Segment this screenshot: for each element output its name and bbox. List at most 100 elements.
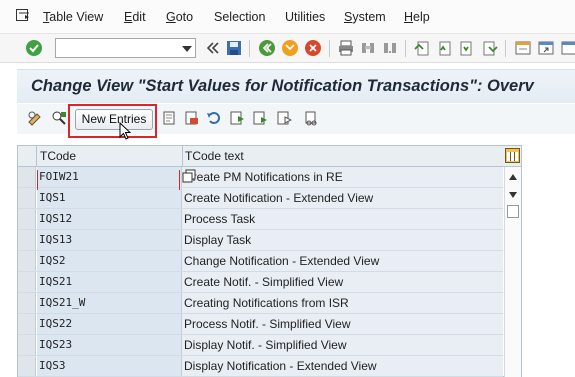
tcode-cell[interactable]: IQS3 <box>37 356 182 376</box>
standard-toolbar <box>0 34 575 63</box>
screen-title-bar: Change View "Start Values for Notificati… <box>17 69 575 103</box>
table-row[interactable]: IQS12 Process Task <box>18 209 503 230</box>
tcode-text-cell: Change Notification - Extended View <box>182 251 503 271</box>
menu-help[interactable]: Help <box>404 10 430 24</box>
find-icon[interactable] <box>359 39 377 57</box>
copy-as-icon[interactable] <box>161 110 177 126</box>
table-row[interactable]: IQS3 Display Notification - Extended Vie… <box>18 356 503 377</box>
mouse-cursor-icon <box>119 122 132 140</box>
focused-cell-marker <box>37 170 180 190</box>
table-row[interactable]: IQS22 Process Notif. - Simplified View <box>18 314 503 335</box>
new-session-icon[interactable] <box>514 39 532 57</box>
tcode-cell[interactable]: IQS13 <box>37 230 182 250</box>
tcode-text-cell: Create PM Notifications in RE <box>182 167 503 187</box>
menu-label: able View <box>49 10 104 24</box>
menu-icon[interactable] <box>16 9 30 22</box>
customize-icon[interactable] <box>560 39 575 57</box>
tcode-text-cell: Process Task <box>182 209 503 229</box>
tcode-cell[interactable]: IQS21_W <box>37 293 182 313</box>
menu-label: ystem <box>352 10 386 24</box>
tcode-cell[interactable]: IQS1 <box>37 188 182 208</box>
tcode-cell[interactable]: IQS2 <box>37 251 182 271</box>
tcode-cell[interactable]: IQS21 <box>37 272 182 292</box>
scroll-down-icon[interactable] <box>509 192 517 198</box>
table-row[interactable]: IQS21 Create Notif. - Simplified View <box>18 272 503 293</box>
tcode-text-cell: Create Notif. - Simplified View <box>182 272 503 292</box>
chevron-down-icon[interactable] <box>182 46 192 52</box>
column-header-tcode[interactable]: TCode <box>40 149 76 163</box>
cancel-icon[interactable] <box>304 39 322 57</box>
menu-selection[interactable]: Selection <box>214 10 265 24</box>
delete-icon[interactable] <box>183 110 199 126</box>
tcode-text-cell: Display Task <box>182 230 503 250</box>
row-selector[interactable] <box>18 167 36 187</box>
row-selector[interactable] <box>18 272 36 292</box>
toolbar-separator <box>329 40 330 57</box>
table-row[interactable]: IQS1 Create Notification - Extended View <box>18 188 503 209</box>
menu-system[interactable]: System <box>344 10 386 24</box>
print-list-icon[interactable] <box>303 110 319 126</box>
table-row[interactable]: IQS23 Display Notif. - Simplified View <box>18 335 503 356</box>
previous-page-icon[interactable] <box>435 39 453 57</box>
menu-bar: Table View Edit Goto Selection Utilities… <box>0 0 575 34</box>
enter-check-icon[interactable] <box>25 39 43 57</box>
row-selector[interactable] <box>18 356 36 376</box>
menu-table-view[interactable]: Table View <box>43 10 103 24</box>
row-selector[interactable] <box>18 209 36 229</box>
table-settings-icon[interactable] <box>505 148 520 163</box>
table-row[interactable]: IQS21_W Creating Notifications from ISR <box>18 293 503 314</box>
tcode-cell[interactable]: IQS23 <box>37 335 182 355</box>
toolbar-separator <box>505 40 506 57</box>
menu-label: oto <box>175 10 194 24</box>
toolbar-separator <box>405 40 406 57</box>
next-page-icon[interactable] <box>458 39 476 57</box>
new-entries-highlight <box>68 104 157 138</box>
tcode-cell[interactable]: IQS22 <box>37 314 182 334</box>
copy-icon[interactable] <box>182 169 196 183</box>
tcode-cell[interactable]: IQS12 <box>37 209 182 229</box>
undo-change-icon[interactable] <box>206 110 222 126</box>
row-selector[interactable] <box>18 230 36 250</box>
menu-label: elp <box>413 10 430 24</box>
row-selector[interactable] <box>18 188 36 208</box>
first-page-icon[interactable] <box>413 39 431 57</box>
menu-goto[interactable]: Goto <box>166 10 193 24</box>
exit-icon[interactable] <box>281 39 299 57</box>
shortcut-icon[interactable] <box>537 39 555 57</box>
tcode-text-cell: Display Notif. - Simplified View <box>182 335 503 355</box>
scroll-thumb[interactable] <box>507 205 519 218</box>
double-chevron-left-icon[interactable] <box>204 39 222 57</box>
select-block-icon[interactable] <box>252 110 268 126</box>
back-icon[interactable] <box>258 39 276 57</box>
menu-utilities[interactable]: Utilities <box>285 10 325 24</box>
find-next-icon[interactable] <box>381 39 399 57</box>
print-icon[interactable] <box>337 39 355 57</box>
menu-label: dit <box>132 10 146 24</box>
header-divider <box>36 146 37 167</box>
menu-label: Selection <box>214 10 266 24</box>
display-glasses-icon[interactable] <box>51 110 67 126</box>
table-row[interactable]: IQS2 Change Notification - Extended View <box>18 251 503 272</box>
tcode-table: TCode TCode text FOIW21 Create PM Notifi… <box>17 145 522 377</box>
select-all-icon[interactable] <box>229 110 245 126</box>
menu-key: H <box>404 10 414 24</box>
deselect-all-icon[interactable] <box>276 110 292 126</box>
command-field[interactable] <box>55 38 196 58</box>
row-selector[interactable] <box>18 293 36 313</box>
row-selector[interactable] <box>18 251 36 271</box>
row-selector[interactable] <box>18 335 36 355</box>
display-change-icon[interactable] <box>27 110 43 126</box>
menu-key: G <box>166 10 176 24</box>
row-selector[interactable] <box>18 314 36 334</box>
column-header-tcode-text[interactable]: TCode text <box>185 149 244 163</box>
scroll-up-icon[interactable] <box>509 174 517 180</box>
menu-edit[interactable]: Edit <box>124 10 146 24</box>
tcode-text-cell: Display Notification - Extended View <box>182 356 503 376</box>
toolbar-separator <box>249 40 250 57</box>
last-page-icon[interactable] <box>481 39 499 57</box>
vertical-scrollbar[interactable] <box>504 167 521 377</box>
save-icon[interactable] <box>225 39 243 57</box>
table-row[interactable]: IQS13 Display Task <box>18 230 503 251</box>
table-header: TCode TCode text <box>18 146 521 167</box>
menu-label: Utilities <box>285 10 326 24</box>
